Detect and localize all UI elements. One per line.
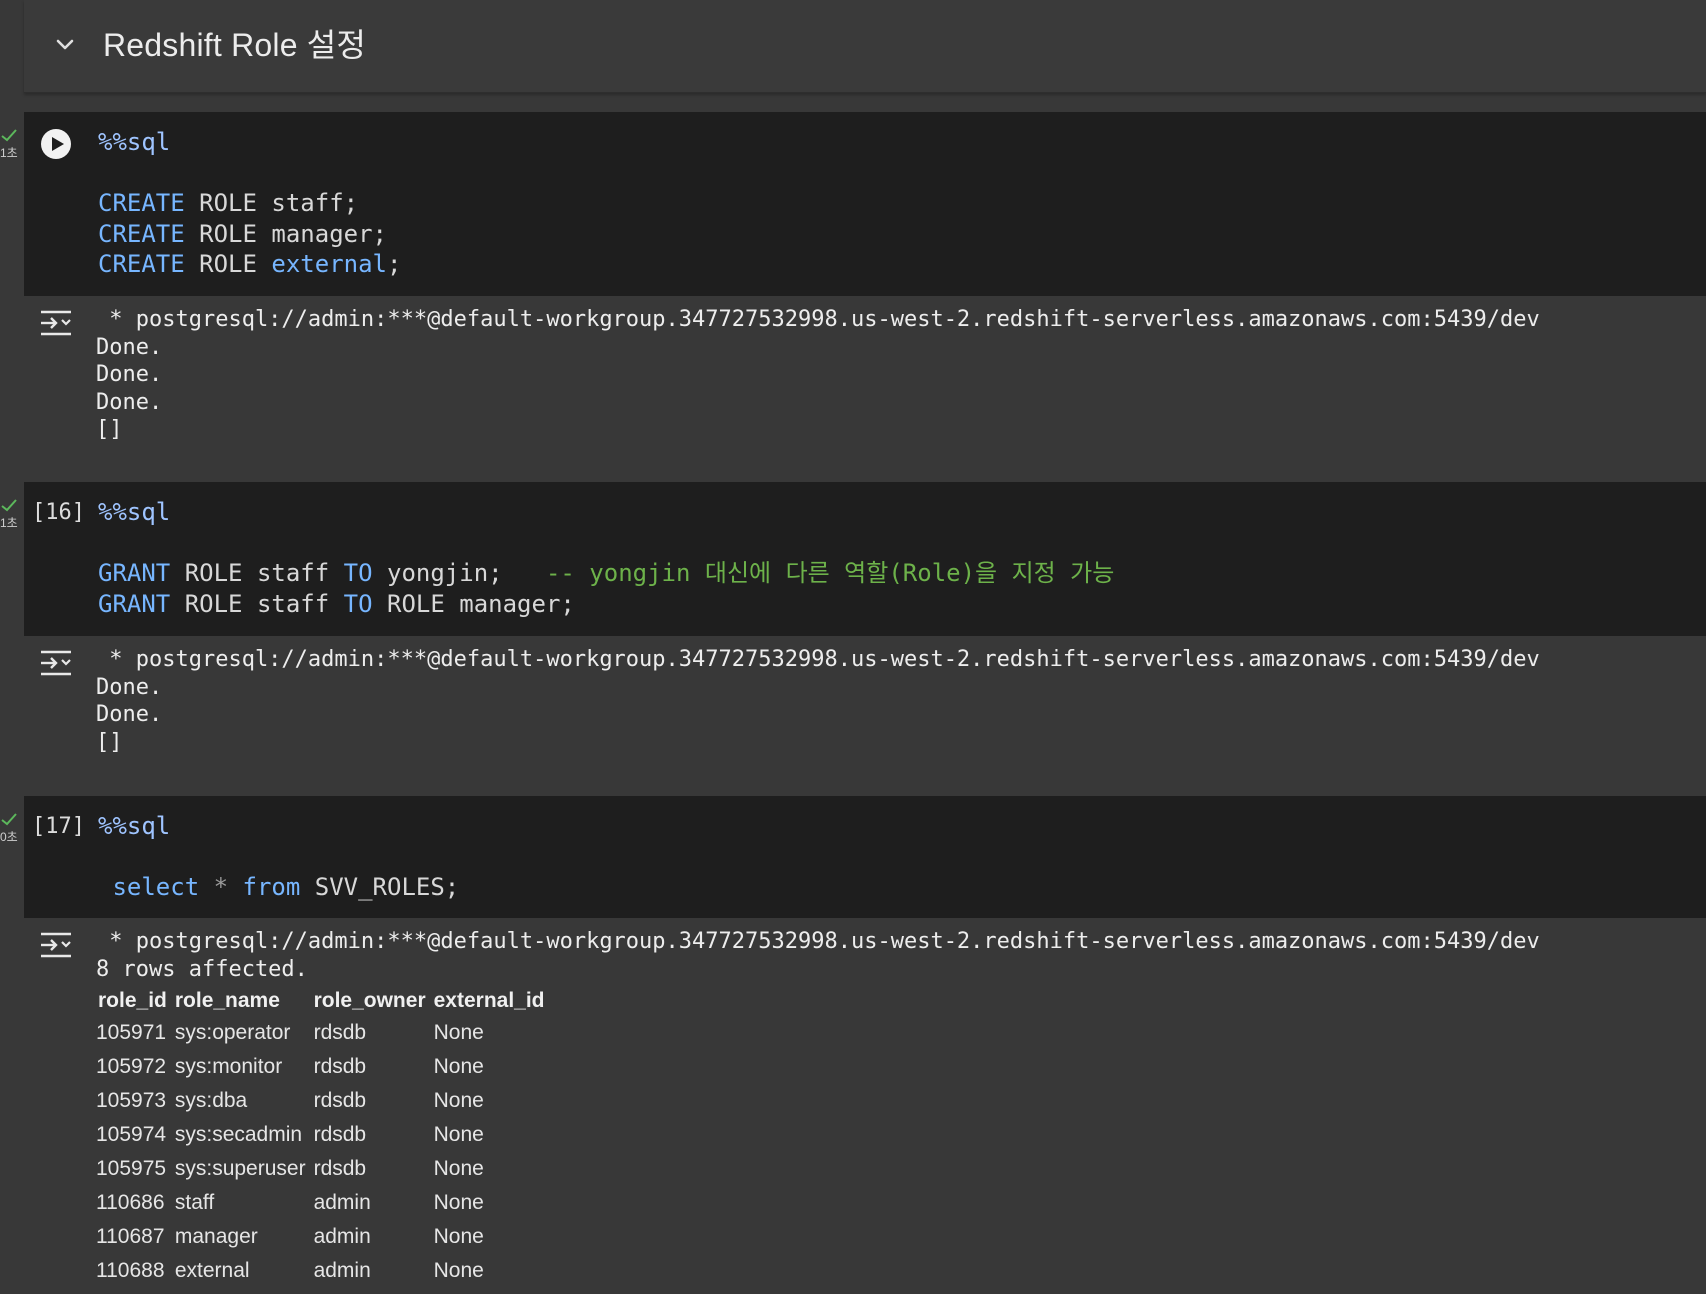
output-toggle-icon[interactable]	[38, 308, 74, 338]
table-cell: 110686	[96, 1191, 165, 1215]
result-table: role_id role_name role_owner external_id…	[94, 986, 549, 1288]
execution-count: [17]	[32, 814, 85, 839]
table-cell: sys:secadmin	[174, 1123, 303, 1147]
code-line: CREATE ROLE external;	[98, 250, 402, 278]
table-cell: 105973	[96, 1089, 167, 1113]
column-header: role_id	[98, 989, 167, 1013]
connection-string: * postgresql://admin:***@default-workgro…	[96, 307, 1540, 332]
output-toggle-icon[interactable]	[38, 648, 74, 678]
section-header: Redshift Role 설정	[24, 0, 1706, 93]
output-line: []	[96, 729, 123, 755]
table-cell: rdsdb	[313, 1089, 367, 1113]
table-cell: 110688	[96, 1259, 165, 1283]
table-cell: admin	[313, 1225, 371, 1249]
cell-magic: %%sql	[98, 812, 171, 840]
run-cell-button[interactable]	[41, 129, 71, 159]
output-line: Done.	[96, 362, 163, 387]
table-cell: manager	[174, 1225, 258, 1249]
table-cell: 105974	[96, 1123, 167, 1147]
code-line: select * from SVV_ROLES;	[98, 873, 460, 901]
table-cell: 105971	[96, 1021, 167, 1045]
table-cell: external	[174, 1259, 250, 1283]
check-icon	[1, 813, 17, 826]
chevron-down-icon[interactable]	[54, 34, 76, 56]
table-cell: sys:dba	[174, 1089, 248, 1113]
table-cell: None	[433, 1021, 484, 1045]
table-row: 105973 sys:dba rdsdb None	[94, 1084, 549, 1118]
table-cell: None	[433, 1055, 484, 1079]
table-cell: sys:operator	[174, 1021, 291, 1045]
table-row: 105974 sys:secadmin rdsdb None	[94, 1118, 549, 1152]
output-line: Done.	[96, 702, 163, 727]
table-cell: admin	[313, 1259, 371, 1283]
table-cell: sys:superuser	[174, 1157, 306, 1181]
section-title: Redshift Role 설정	[103, 27, 367, 63]
output-line: []	[96, 417, 123, 442]
table-row: 105971 sys:operator rdsdb None	[94, 1016, 549, 1050]
cell-output: * postgresql://admin:***@default-workgro…	[24, 918, 1706, 1294]
output-line: Done.	[96, 334, 163, 360]
check-icon	[1, 129, 17, 142]
table-row: 110686 staff admin None	[94, 1186, 549, 1220]
cell-duration: 0초	[0, 830, 18, 844]
cell-status: 1초	[0, 128, 22, 162]
table-cell: None	[433, 1123, 484, 1147]
table-cell: staff	[174, 1191, 215, 1215]
table-cell: None	[433, 1191, 484, 1215]
table-cell: None	[433, 1225, 484, 1249]
code-cell[interactable]: [17] %%sql select * from SVV_ROLES;	[24, 796, 1706, 918]
code-comment: -- yongjin 대신에 다른 역할(Role)을 지정 가능	[502, 559, 1115, 587]
table-cell: None	[433, 1157, 484, 1181]
table-cell: rdsdb	[313, 1055, 367, 1079]
table-row: 110687 manager admin None	[94, 1220, 549, 1254]
column-header: external_id	[433, 989, 545, 1013]
table-cell: rdsdb	[313, 1157, 367, 1181]
check-icon	[1, 499, 17, 512]
table-cell: rdsdb	[313, 1021, 367, 1045]
output-line: Done.	[96, 674, 163, 700]
output-toggle-icon[interactable]	[38, 930, 74, 960]
table-cell: None	[433, 1259, 484, 1283]
cell-magic: %%sql	[98, 128, 171, 156]
cell-magic: %%sql	[98, 498, 171, 526]
table-cell: None	[433, 1089, 484, 1113]
table-row: 110688 external admin None	[94, 1254, 549, 1288]
column-header: role_owner	[313, 989, 426, 1013]
code-line: CREATE ROLE manager;	[98, 219, 387, 248]
cell-output: * postgresql://admin:***@default-workgro…	[24, 636, 1706, 796]
table-cell: sys:monitor	[174, 1055, 283, 1079]
table-cell: 105975	[96, 1157, 167, 1181]
table-header-row: role_id role_name role_owner external_id	[94, 986, 549, 1016]
table-row: 105975 sys:superuser rdsdb None	[94, 1152, 549, 1186]
code-line: CREATE ROLE staff;	[98, 189, 359, 217]
output-line: Done.	[96, 389, 163, 415]
table-cell: admin	[313, 1191, 371, 1215]
code-line: GRANT ROLE staff TO ROLE manager;	[98, 589, 575, 618]
table-cell: rdsdb	[313, 1123, 367, 1147]
table-row: 105972 sys:monitor rdsdb None	[94, 1050, 549, 1084]
cell-duration: 1초	[0, 516, 18, 530]
connection-string: * postgresql://admin:***@default-workgro…	[96, 929, 1540, 954]
code-cell[interactable]: [16] %%sql GRANT ROLE staff TO yongjin; …	[24, 482, 1706, 636]
table-cell: 110687	[96, 1225, 165, 1249]
table-cell: 105972	[96, 1055, 167, 1079]
output-line: 8 rows affected.	[96, 956, 308, 982]
column-header: role_name	[174, 989, 280, 1013]
code-line: GRANT ROLE staff TO yongjin; -- yongjin …	[98, 559, 1115, 587]
cell-duration: 1초	[0, 146, 18, 160]
cell-status: 1초	[0, 498, 22, 532]
code-cell[interactable]: %%sql CREATE ROLE staff; CREATE ROLE man…	[24, 112, 1706, 296]
connection-string: * postgresql://admin:***@default-workgro…	[96, 647, 1540, 672]
cell-output: * postgresql://admin:***@default-workgro…	[24, 296, 1706, 482]
execution-count: [16]	[32, 500, 85, 525]
cell-status: 0초	[0, 812, 22, 846]
